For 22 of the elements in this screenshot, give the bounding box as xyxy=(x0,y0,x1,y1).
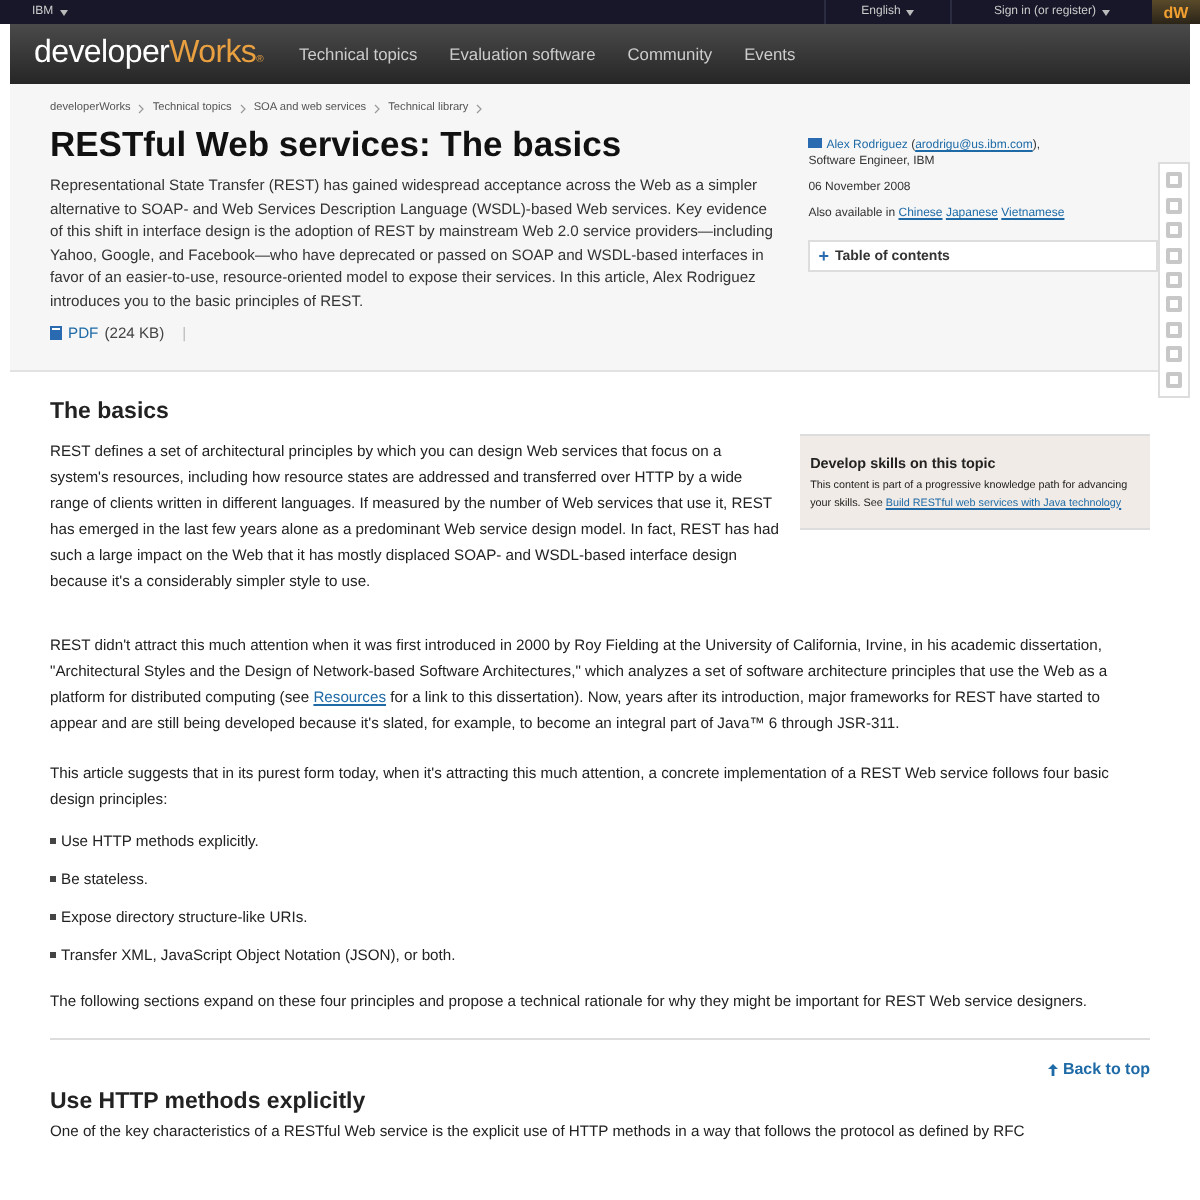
section-heading: The basics xyxy=(50,400,171,424)
nav-link[interactable]: Evaluation software xyxy=(449,44,596,64)
caret-icon xyxy=(1102,9,1111,15)
caret-icon xyxy=(906,9,915,15)
chevron-icon xyxy=(374,103,381,113)
nav-link[interactable]: Events xyxy=(744,44,796,64)
page-title: RESTful Web services: The basics xyxy=(50,124,624,166)
dw-badge[interactable]: dW xyxy=(1152,0,1200,24)
bullet-icon xyxy=(50,914,55,920)
document-icon xyxy=(50,325,62,340)
chevron-icon xyxy=(476,103,483,113)
bullet-icon xyxy=(50,952,55,958)
section-heading: Use HTTP methods explicitly xyxy=(50,1090,368,1114)
chevron-icon xyxy=(239,103,246,113)
caret-icon xyxy=(59,9,68,15)
up-arrow-icon xyxy=(1048,1063,1059,1075)
bullet-icon xyxy=(50,838,55,844)
chevron-icon xyxy=(138,103,145,113)
bullet-icon xyxy=(50,876,55,882)
back-to-top-link[interactable]: Back to top xyxy=(1048,1060,1150,1078)
nav-link[interactable]: Community xyxy=(627,44,713,64)
nav-link[interactable]: Technical topics xyxy=(299,44,418,64)
